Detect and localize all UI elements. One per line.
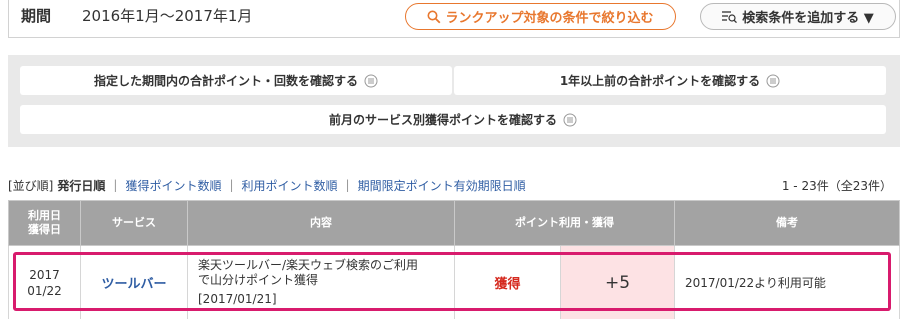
add-search-condition-button[interactable]: 検索条件を追加する ▼ bbox=[700, 3, 896, 30]
list-icon bbox=[563, 113, 577, 126]
row-desc-line2: で山分けポイント獲得 bbox=[198, 273, 319, 287]
confirm-over-one-year-button[interactable]: 1年以上前の合計ポイントを確認する bbox=[454, 66, 886, 95]
row-date: 2017 01/22 bbox=[8, 245, 81, 319]
period-value[interactable]: 2016年1月〜2017年1月 bbox=[82, 5, 252, 26]
sort-by-used-points[interactable]: 利用ポイント数順 bbox=[242, 177, 338, 194]
sort-separator: | bbox=[345, 178, 350, 192]
row-date-year: 2017 bbox=[29, 267, 60, 282]
row-type: 獲得 bbox=[454, 245, 561, 319]
sort-by-issue-date[interactable]: 発行日順 bbox=[57, 177, 105, 194]
search-icon bbox=[427, 10, 441, 23]
row-note: 2017/01/22より利用可能 bbox=[674, 245, 900, 319]
confirm-over-one-year-label: 1年以上前の合計ポイントを確認する bbox=[559, 74, 761, 88]
row-service-link[interactable]: ツールバー bbox=[80, 245, 188, 319]
table-header-row: 利用日 獲得日 サービス 内容 ポイント利用・獲得 備考 bbox=[8, 200, 900, 246]
period-label: 期間 bbox=[21, 7, 52, 25]
rank-up-filter-label: ランクアップ対象の条件で絞り込む bbox=[445, 11, 654, 26]
list-icon bbox=[766, 74, 780, 87]
sort-separator: | bbox=[113, 178, 118, 192]
header-content: 内容 bbox=[187, 200, 455, 246]
header-date: 利用日 獲得日 bbox=[8, 200, 81, 246]
sort-prefix: [並び順] bbox=[8, 178, 54, 193]
table-row: 2017 01/22 ツールバー 楽天ツールバー/楽天ウェブ検索のご利用 で山分… bbox=[8, 245, 900, 319]
list-icon bbox=[364, 74, 378, 87]
confirm-period-total-label: 指定した期間内の合計ポイント・回数を確認する bbox=[93, 74, 358, 88]
header-points: ポイント利用・獲得 bbox=[454, 200, 675, 246]
row-description: 楽天ツールバー/楽天ウェブ検索のご利用 で山分けポイント獲得 [2017/01/… bbox=[187, 245, 455, 319]
result-count: 1 - 23件（全23件） bbox=[781, 179, 892, 193]
row-desc-line1: 楽天ツールバー/楽天ウェブ検索のご利用 bbox=[198, 258, 419, 272]
sort-order-bar: [並び順] 発行日順 | 獲得ポイント数順 | 利用ポイント数順 | 期間限定ポ… bbox=[8, 176, 900, 194]
confirm-period-total-button[interactable]: 指定した期間内の合計ポイント・回数を確認する bbox=[20, 66, 452, 95]
points-confirm-panel: 指定した期間内の合計ポイント・回数を確認する 1年以上前の合計ポイントを確認する… bbox=[8, 55, 900, 147]
row-date-day: 01/22 bbox=[27, 283, 62, 298]
header-service: サービス bbox=[80, 200, 188, 246]
add-search-condition-label: 検索条件を追加する ▼ bbox=[742, 11, 874, 26]
sort-by-limited-expiry[interactable]: 期間限定ポイント有効期限日順 bbox=[358, 177, 526, 194]
filter-list-icon bbox=[722, 11, 738, 23]
confirm-last-month-service-button[interactable]: 前月のサービス別獲得ポイントを確認する bbox=[20, 105, 886, 134]
rank-up-filter-button[interactable]: ランクアップ対象の条件で絞り込む bbox=[405, 3, 676, 30]
sort-separator: | bbox=[229, 178, 234, 192]
confirm-last-month-service-label: 前月のサービス別獲得ポイントを確認する bbox=[328, 113, 557, 127]
sort-by-earned-points[interactable]: 獲得ポイント数順 bbox=[125, 177, 221, 194]
point-history-table: 利用日 獲得日 サービス 内容 ポイント利用・獲得 備考 2017 01/22 ツ… bbox=[8, 200, 900, 319]
row-points: +5 bbox=[560, 245, 675, 319]
row-desc-date: [2017/01/21] bbox=[198, 292, 277, 306]
period-bar: 期間 2016年1月〜2017年1月 ランクアップ対象の条件で絞り込む 検索条件… bbox=[8, 0, 900, 38]
header-note: 備考 bbox=[674, 200, 900, 246]
